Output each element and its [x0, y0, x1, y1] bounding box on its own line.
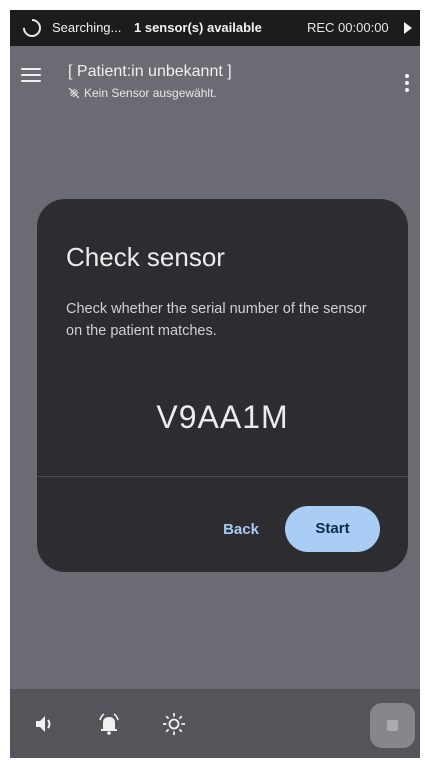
search-status-text: Searching...	[52, 20, 122, 35]
app-screen: Searching... 1 sensor(s) available REC 0…	[10, 10, 420, 758]
stop-button[interactable]	[370, 703, 415, 748]
dialog-message: Check whether the serial number of the s…	[66, 301, 367, 339]
more-options-icon[interactable]	[405, 74, 409, 94]
dialog-title: Check sensor	[66, 242, 225, 272]
menu-icon[interactable]	[21, 68, 41, 82]
check-sensor-dialog: Check sensor Check whether the serial nu…	[37, 199, 408, 572]
dialog-divider	[37, 476, 408, 477]
sensor-serial-number: V9AA1M	[156, 399, 289, 435]
start-button[interactable]: Start	[285, 506, 380, 552]
play-arrow-icon[interactable]	[404, 22, 412, 34]
status-bar: Searching... 1 sensor(s) available REC 0…	[10, 10, 420, 46]
back-button[interactable]: Back	[211, 508, 271, 552]
sensor-off-icon	[68, 87, 80, 99]
patient-title[interactable]: [ Patient:in unbekannt ]	[68, 63, 232, 81]
sensor-count-text: 1 sensor(s) available	[134, 20, 262, 35]
alarm-bell-icon[interactable]	[95, 710, 123, 738]
recording-timer: REC 00:00:00	[307, 20, 389, 35]
stop-icon	[387, 720, 398, 731]
volume-icon[interactable]	[30, 710, 58, 738]
loading-spinner-icon	[19, 15, 45, 41]
brightness-icon[interactable]	[160, 710, 188, 738]
sensor-status: Kein Sensor ausgewählt.	[68, 86, 217, 100]
bottom-bar	[10, 689, 420, 758]
sensor-status-label: Kein Sensor ausgewählt.	[84, 86, 217, 100]
